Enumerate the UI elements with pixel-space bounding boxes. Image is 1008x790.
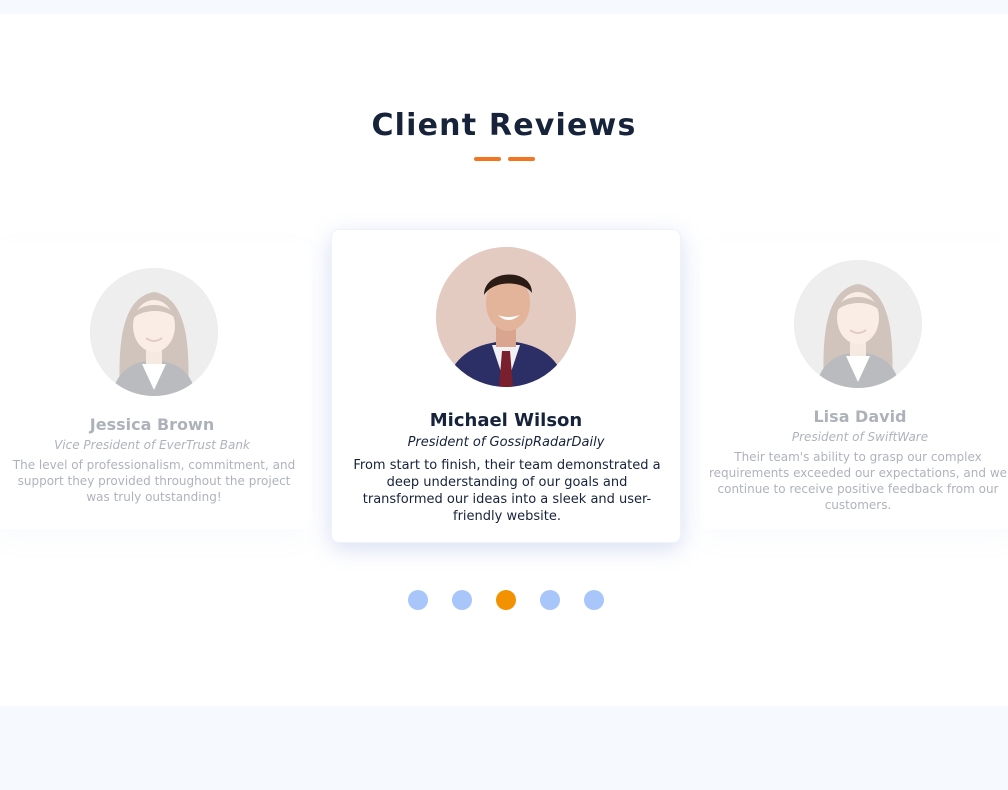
divider-dash-right — [508, 157, 535, 161]
review-quote: Their team's ability to grasp our comple… — [708, 450, 1008, 512]
review-quote: The level of professionalism, commitment… — [12, 458, 296, 504]
avatar — [90, 268, 218, 396]
carousel-dot-4[interactable] — [540, 590, 560, 610]
review-card-jessica-brown[interactable]: Jessica Brown Vice President of EverTrus… — [0, 242, 312, 529]
woman-portrait-avatar — [90, 268, 218, 396]
carousel-dot-3-active[interactable] — [496, 590, 516, 610]
reviewer-role: President of GossipRadarDaily — [407, 435, 605, 450]
review-card-lisa-david[interactable]: Lisa David President of SwiftWare Their … — [700, 242, 1008, 529]
reviewer-name: Michael Wilson — [429, 410, 583, 431]
carousel-dot-5[interactable] — [584, 590, 604, 610]
carousel-dot-2[interactable] — [452, 590, 472, 610]
avatar — [794, 260, 922, 388]
next-section-band — [0, 706, 1008, 790]
review-card-michael-wilson[interactable]: Michael Wilson President of GossipRadarD… — [331, 229, 681, 543]
reviewer-name: Lisa David — [813, 407, 907, 426]
avatar — [436, 247, 576, 387]
reviewer-role: Vice President of EverTrust Bank — [54, 438, 250, 452]
reviewer-role: President of SwiftWare — [791, 430, 929, 444]
title-divider — [474, 157, 538, 161]
carousel-pagination — [408, 590, 608, 610]
review-quote: From start to finish, their team demonst… — [353, 458, 661, 524]
carousel-dot-1[interactable] — [408, 590, 428, 610]
reviewer-name: Jessica Brown — [89, 415, 215, 434]
divider-dash-left — [474, 157, 501, 161]
man-portrait-avatar — [436, 247, 576, 387]
top-page-strip — [0, 0, 1008, 14]
section-title: Client Reviews — [371, 108, 637, 143]
woman-portrait-avatar — [794, 260, 922, 388]
